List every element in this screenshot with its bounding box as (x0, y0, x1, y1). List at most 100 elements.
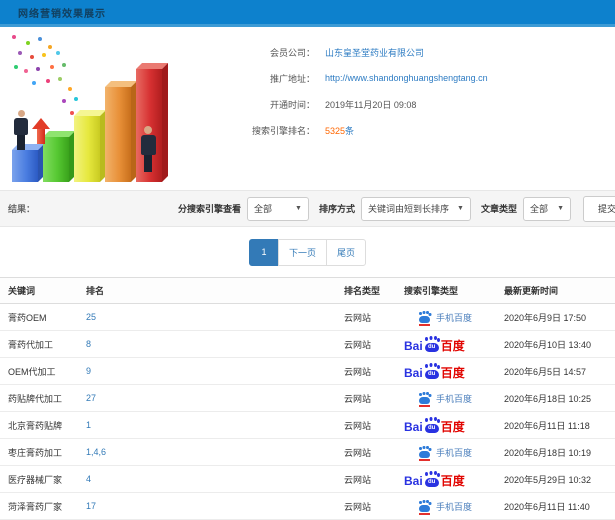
rank-cell: 8 (86, 339, 344, 349)
header-updated: 最新更新时间 (504, 286, 559, 296)
next-page-button[interactable]: 下一页 (277, 238, 327, 266)
baidu-logo-du-text: du (424, 477, 439, 487)
engine-label: 手机百度 (436, 312, 473, 323)
businessman-figure-right (138, 126, 158, 172)
rank-type-cell: 云网站 (344, 339, 372, 350)
rank-value-link[interactable]: 27 (86, 393, 96, 403)
baidu-logo: Bai du 百度 (404, 363, 465, 380)
rank-type-cell: 云网站 (344, 447, 372, 458)
rank-value-link[interactable]: 9 (86, 366, 91, 376)
engine-filter-select[interactable]: 全部 ▼ (246, 196, 309, 221)
page-title: 网络营销效果展示 (18, 8, 106, 20)
chevron-down-icon: ▼ (295, 205, 302, 212)
sort-filter-select[interactable]: 关键词由短到长排序 ▼ (360, 196, 471, 221)
company-label: 会员公司： (269, 47, 315, 58)
article-type-filter-select[interactable]: 全部 ▼ (523, 196, 571, 221)
keyword-cell: 膏药OEM (8, 312, 47, 323)
rank-type-cell: 云网站 (344, 420, 372, 431)
rank-cell: 17 (86, 501, 344, 511)
header-rank-type: 排名类型 (344, 286, 381, 296)
chevron-down-icon: ▼ (557, 205, 564, 212)
topbar: 网络营销效果展示 (0, 0, 615, 27)
submit-button[interactable]: 提交 (583, 195, 615, 222)
keyword-cell: OEM代加工 (8, 366, 56, 377)
updated-cell: 2020年6月11日 11:40 (504, 501, 590, 512)
baidu-paw-icon: du (424, 471, 440, 487)
company-name-link[interactable]: 山东皇圣堂药业有限公司 (325, 46, 424, 59)
mobile-baidu-paw-icon (418, 500, 431, 515)
baidu-logo-bai-text: Bai (404, 473, 423, 488)
rank-cell: 4 (86, 474, 344, 484)
rank-type-cell: 云网站 (344, 312, 372, 323)
keyword-cell: 北京膏药贴牌 (8, 420, 63, 431)
pagination: 1 下一页 尾页 (248, 238, 367, 266)
baidu-logo-du-text: du (424, 423, 439, 433)
table-row: 医疗器械厂家 4 云网站 Bai du 百度 2020年5月29日 10:32 (0, 466, 615, 493)
baidu-logo-bai-text: Bai (404, 338, 423, 353)
baidu-logo: Bai du 百度 (404, 417, 465, 433)
updated-cell: 2020年6月9日 17:50 (504, 312, 587, 323)
rank-value-link[interactable]: 17 (86, 501, 96, 511)
marketing-bar-chart-illustration (0, 27, 195, 190)
rank-cell: 1,4,6 (86, 447, 344, 457)
rank-value-link[interactable]: 1,4,6 (86, 447, 106, 457)
engine-type-cell: Bai du 百度 (404, 363, 504, 380)
baidu-logo-bai-text: Bai (404, 365, 423, 380)
baidu-paw-icon: du (424, 417, 440, 433)
engine-filter-label: 分搜索引擎查看 (177, 204, 241, 214)
rank-value-link[interactable]: 25 (86, 312, 96, 322)
rank-type-cell: 云网站 (344, 366, 372, 377)
updated-cell: 2020年6月18日 10:19 (504, 447, 592, 458)
confetti-dots-graphic (12, 35, 16, 39)
rank-cell: 27 (86, 393, 344, 403)
baidu-logo-brand-text: 百度 (440, 338, 465, 353)
rank-type-cell: 云网站 (344, 393, 372, 404)
rank-type-cell: 云网站 (344, 474, 372, 485)
rank-cell: 25 (86, 312, 344, 322)
open-time-value: 2019年11月20日 09:08 (325, 99, 417, 110)
updated-cell: 2020年6月5日 14:57 (504, 366, 587, 377)
table-body: 膏药OEM 25 云网站 手机百度 2020年6月9日 17:50 膏药代加工 8 云网站 Ba… (0, 304, 615, 520)
table-row: 膏药OEM 25 云网站 手机百度 2020年6月9日 17:50 (0, 304, 615, 331)
rank-count-unit: 条 (345, 125, 355, 136)
table-row: OEM代加工 9 云网站 Bai du 百度 2020年6月5日 14:57 (0, 358, 615, 385)
rank-value-link[interactable]: 1 (86, 420, 91, 430)
mobile-baidu-paw-icon (418, 392, 431, 407)
open-time-label: 开通时间： (269, 99, 315, 110)
article-type-filter-value: 全部 (530, 204, 549, 214)
info-row-url: 推广地址： http://www.shandonghuangshengtang.… (195, 65, 615, 91)
table-header-row: 关键词 排名 排名类型 搜索引擎类型 最新更新时间 (0, 277, 615, 304)
illustration-bar-orange (105, 87, 131, 182)
rank-value-link[interactable]: 8 (86, 339, 91, 349)
engine-label: 手机百度 (436, 501, 473, 512)
table-row: 菏泽膏药厂家 17 云网站 手机百度 2020年6月11日 11:40 (0, 493, 615, 520)
keyword-cell: 枣庄膏药加工 (8, 447, 63, 458)
header-keyword: 关键词 (8, 286, 36, 296)
rank-count-value: 5325条 (325, 124, 354, 137)
page-button-current[interactable]: 1 (248, 238, 279, 266)
promo-url-link[interactable]: http://www.shandonghuangshengtang.cn (325, 73, 488, 83)
sort-filter-label: 排序方式 (318, 204, 355, 214)
baidu-logo: Bai du 百度 (404, 336, 465, 353)
info-row-rank-count: 搜索引擎排名： 5325条 (195, 117, 615, 143)
result-label: 结果： (8, 204, 36, 214)
table-row: 北京膏药贴牌 1 云网站 Bai du 百度 2020年6月11日 11:18 (0, 412, 615, 439)
rank-value-link[interactable]: 4 (86, 474, 91, 484)
engine-type-cell: 手机百度 (404, 392, 504, 407)
last-page-button[interactable]: 尾页 (326, 238, 367, 266)
rank-cell: 1 (86, 420, 344, 430)
baidu-paw-icon: du (424, 363, 440, 379)
table-row: 膏药代加工 8 云网站 Bai du 百度 2020年6月10日 13:40 (0, 331, 615, 358)
mobile-baidu-paw-icon (418, 311, 431, 326)
engine-type-cell: Bai du 百度 (404, 336, 504, 353)
baidu-logo-du-text: du (424, 342, 439, 352)
rank-cell: 9 (86, 366, 344, 376)
baidu-logo-brand-text: 百度 (440, 365, 465, 380)
rank-count-number: 5325 (325, 125, 346, 136)
pagination-section: 1 下一页 尾页 (0, 227, 615, 277)
info-row-company: 会员公司： 山东皇圣堂药业有限公司 (195, 39, 615, 65)
illustration-bar-yellow (74, 116, 100, 182)
table-row: 枣庄膏药加工 1,4,6 云网站 手机百度 2020年6月18日 10:19 (0, 439, 615, 466)
engine-type-cell: 手机百度 (404, 500, 504, 515)
rank-type-cell: 云网站 (344, 501, 372, 512)
